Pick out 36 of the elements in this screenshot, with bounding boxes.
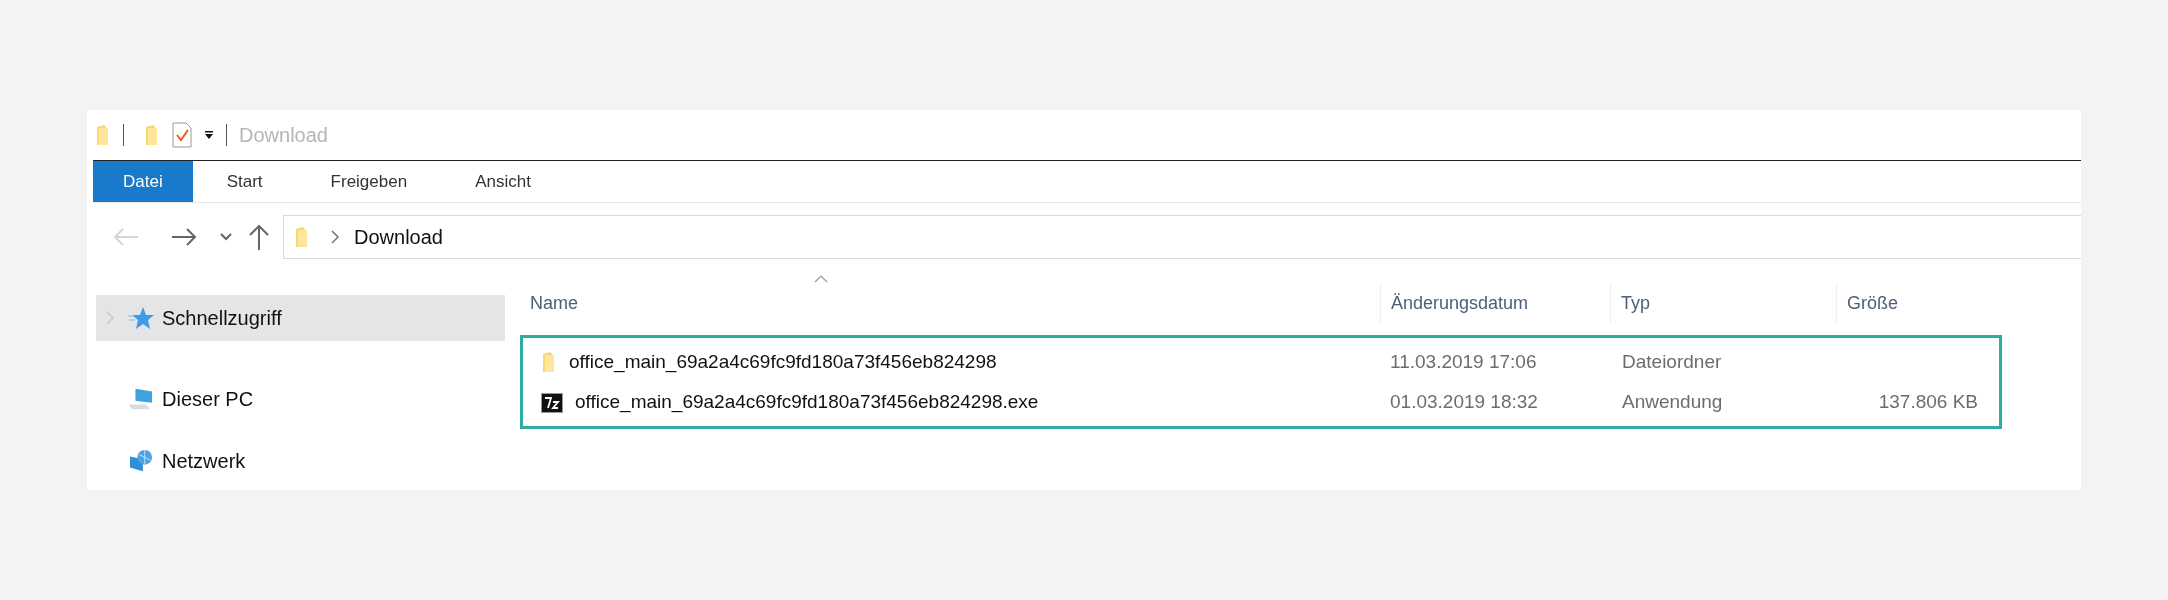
path-segment[interactable]: Download bbox=[354, 222, 443, 252]
type-cell-text: Anwendung bbox=[1621, 389, 1724, 414]
column-header[interactable]: Größe bbox=[1836, 283, 1986, 323]
window-title: Download bbox=[239, 123, 328, 148]
folder-icon bbox=[95, 123, 111, 147]
type-cell-text: Dateiordner bbox=[1621, 349, 1723, 374]
date-cell-text: 11.03.2019 17:06 bbox=[1389, 349, 1538, 374]
sort-ascending-icon bbox=[814, 275, 828, 283]
star-icon bbox=[128, 306, 154, 330]
properties-icon bbox=[172, 122, 192, 148]
address-bar[interactable]: Download bbox=[283, 215, 2081, 259]
sidebar-item[interactable]: Netzwerk bbox=[96, 438, 505, 484]
computer-icon bbox=[128, 387, 154, 411]
chevron-icon bbox=[330, 230, 340, 244]
file-name[interactable]: office_main_69a2a4c69fc9fd180a73f456eb824298.exe bbox=[575, 387, 1039, 417]
folder-icon bbox=[144, 123, 160, 147]
folder-icon bbox=[294, 225, 310, 249]
sidebar-item[interactable]: Dieser PC bbox=[96, 376, 505, 422]
ribbon-tab[interactable]: Start bbox=[192, 161, 297, 202]
chevron-icon bbox=[106, 311, 114, 325]
date-cell-text: 01.03.2019 18:32 bbox=[1389, 389, 1539, 414]
dropdown-icon bbox=[204, 130, 214, 140]
ribbon-tab[interactable]: Ansicht bbox=[441, 161, 565, 202]
column-header[interactable]: Name bbox=[520, 283, 1380, 323]
sidebar-item[interactable]: Schnellzugriff bbox=[96, 295, 505, 341]
recent-locations-button[interactable] bbox=[219, 232, 233, 242]
folder-icon bbox=[541, 351, 557, 373]
ribbon-tab[interactable]: Datei bbox=[93, 161, 193, 202]
archive-icon bbox=[541, 392, 563, 413]
network-icon bbox=[128, 449, 154, 473]
column-header[interactable]: Änderungsdatum bbox=[1380, 283, 1610, 323]
up-button[interactable] bbox=[247, 223, 271, 251]
ribbon-tab[interactable]: Freigeben bbox=[296, 161, 442, 202]
file-name[interactable]: office_main_69a2a4c69fc9fd180a73f456eb824298 bbox=[569, 347, 997, 377]
column-header[interactable]: Typ bbox=[1610, 283, 1836, 323]
size-cell-text: 137.806 KB bbox=[1878, 389, 1978, 414]
